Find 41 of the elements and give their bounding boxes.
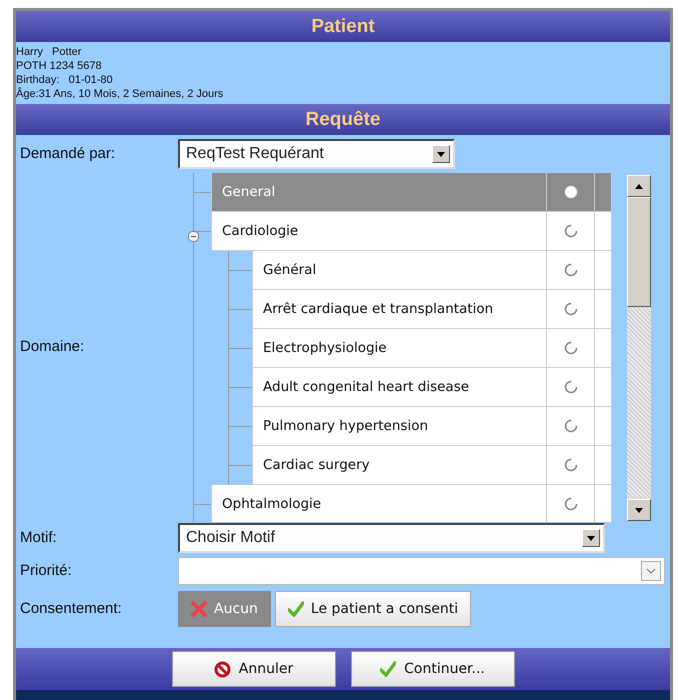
patient-info: POTH 1234 5678 bbox=[16, 59, 102, 73]
tree-item[interactable]: Cardiac surgery bbox=[252, 446, 547, 485]
check-icon bbox=[288, 601, 304, 617]
tree-item[interactable]: Ophtalmologie bbox=[211, 485, 547, 522]
radio-button[interactable] bbox=[564, 302, 578, 316]
radio-button[interactable] bbox=[564, 341, 578, 355]
patient-info: Harry Potter bbox=[16, 45, 82, 59]
chevron-down-icon bbox=[641, 561, 661, 581]
section-header: Patient bbox=[16, 11, 670, 42]
patient-info: Âge:31 Ans, 10 Mois, 2 Semaines, 2 Jours bbox=[16, 87, 224, 101]
cross-icon bbox=[191, 601, 207, 617]
cancel-button[interactable]: Annuler bbox=[172, 651, 336, 687]
radio-button[interactable] bbox=[564, 419, 578, 433]
field-label: Domaine: bbox=[20, 337, 84, 358]
consent-button[interactable]: Le patient a consenti bbox=[274, 591, 472, 627]
motif-dropdown[interactable]: Choisir Motif bbox=[178, 523, 605, 553]
field-label: Consentement: bbox=[20, 598, 122, 619]
priority-dropdown[interactable] bbox=[178, 557, 665, 585]
tree-item[interactable]: Arrêt cardiaque et transplantation bbox=[252, 290, 547, 329]
scrollbar[interactable] bbox=[627, 175, 651, 521]
scroll-up-icon[interactable] bbox=[635, 184, 643, 188]
tree-item[interactable]: Cardiologie bbox=[211, 212, 547, 251]
requester-dropdown[interactable]: ReqTest Requérant bbox=[178, 139, 455, 169]
field-label: Priorité: bbox=[20, 560, 72, 581]
tree-item[interactable]: Général bbox=[252, 251, 547, 290]
section-header: Requête bbox=[16, 104, 670, 135]
prohibited-icon bbox=[214, 660, 231, 678]
check-icon bbox=[380, 661, 396, 677]
radio-button[interactable] bbox=[564, 380, 578, 394]
radio-button[interactable] bbox=[564, 458, 578, 472]
field-label: Demandé par: bbox=[20, 144, 116, 164]
patient-info: Birthday: 01-01-80 bbox=[16, 73, 113, 87]
radio-button[interactable] bbox=[564, 224, 578, 238]
scroll-down-icon[interactable] bbox=[635, 508, 643, 512]
tree-item[interactable]: Electrophysiologie bbox=[252, 329, 547, 368]
field-label: Motif: bbox=[20, 528, 57, 548]
continue-button[interactable]: Continuer... bbox=[350, 651, 514, 687]
tree-item[interactable]: Pulmonary hypertension bbox=[252, 407, 547, 446]
radio-button[interactable] bbox=[564, 263, 578, 277]
tree-item[interactable]: Adult congenital heart disease bbox=[252, 368, 547, 407]
radio-button[interactable] bbox=[564, 497, 578, 511]
